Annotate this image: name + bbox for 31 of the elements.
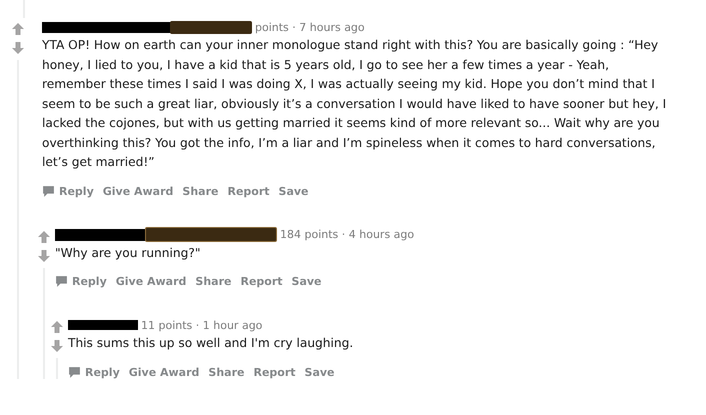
action-link[interactable]: Give Award xyxy=(102,184,174,198)
action-link[interactable]: Share xyxy=(182,184,218,198)
downvote-icon[interactable] xyxy=(12,42,24,54)
comment-text: YTA OP! How on earth can your inner monologue stand right with this? You are basically going : “Hey honey, I lied to you, I have a kid that is 5 years old, I go to see her a few times a year - Yeah, remember these times I said I was doing X, I was actually seeing my kid. Hope you don’t mind that I seem to be such a great liar, obviously it’s a conversation I would have liked to have sooner but hey, I lacked the cojones, but with us getting married it seems kind of more relevant so... Wait why are you overthinking this? You got the info, I’m a liar and I’m spineless when it comes to hard conversations, let’s get married!” xyxy=(42,37,668,171)
upvote-icon[interactable] xyxy=(12,23,24,35)
comment-icon xyxy=(68,366,81,378)
action-link[interactable]: Save xyxy=(278,184,309,198)
downvote-icon[interactable] xyxy=(38,250,50,262)
comment-meta: points · 7 hours ago xyxy=(255,20,365,34)
comment-icon xyxy=(55,275,68,288)
comment-meta: 11 points · 1 hour ago xyxy=(141,318,262,332)
redaction-bar xyxy=(68,320,138,330)
comment-text: This sums this up so well and I'm cry laughing. xyxy=(68,335,354,352)
comment-meta: 184 points · 4 hours ago xyxy=(280,228,414,241)
action-link[interactable]: Reply xyxy=(72,275,107,288)
action-link[interactable]: Reply xyxy=(59,184,94,198)
action-link[interactable]: Report xyxy=(227,184,270,198)
action-link[interactable]: Save xyxy=(304,366,335,378)
action-link[interactable]: Share xyxy=(208,366,244,378)
action-link[interactable]: Share xyxy=(195,275,232,288)
upvote-icon[interactable] xyxy=(51,321,63,333)
upvote-icon[interactable] xyxy=(38,230,50,242)
comment-text: "Why are you running?" xyxy=(55,244,202,262)
comment-icon xyxy=(42,184,55,198)
action-link[interactable]: Give Award xyxy=(128,366,200,378)
action-link[interactable]: Report xyxy=(253,366,296,378)
action-link[interactable]: Save xyxy=(292,275,322,288)
action-link[interactable]: Reply xyxy=(85,366,120,378)
action-link[interactable]: Give Award xyxy=(116,275,186,288)
action-link[interactable]: Report xyxy=(240,275,283,288)
downvote-icon[interactable] xyxy=(51,340,63,352)
